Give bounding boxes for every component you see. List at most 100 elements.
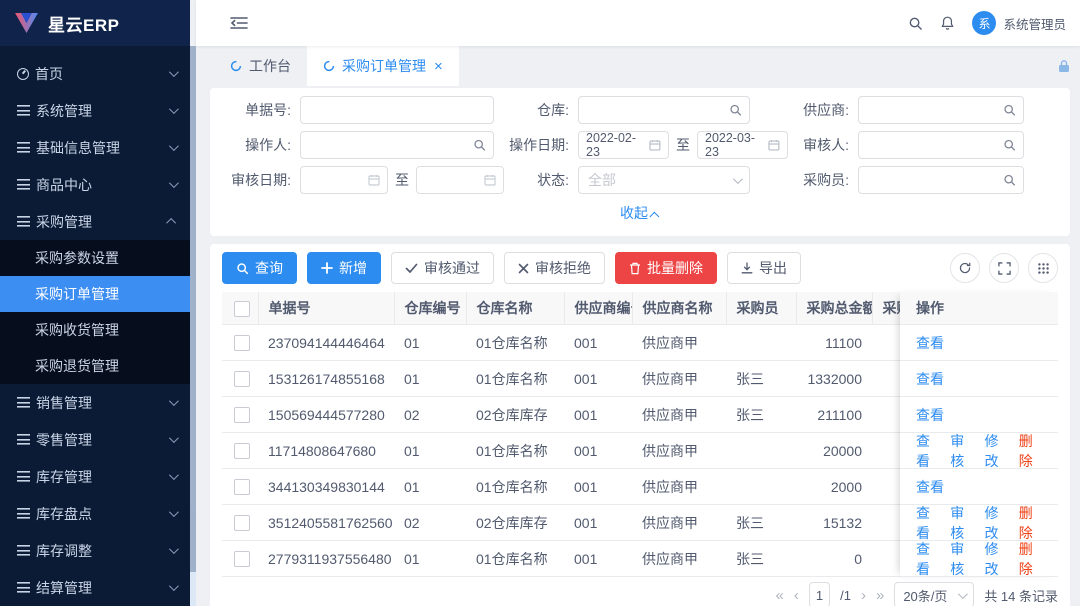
op-link[interactable]: 审核 — [950, 503, 973, 543]
op-link[interactable]: 查看 — [916, 405, 944, 425]
op-link[interactable]: 查看 — [916, 477, 944, 497]
op-link[interactable]: 删除 — [1019, 503, 1042, 543]
row-checkbox[interactable] — [234, 335, 250, 351]
row-checkbox[interactable] — [234, 371, 250, 387]
prev-page-icon[interactable]: ‹ — [794, 587, 799, 604]
cell-amount: 2000 — [796, 469, 872, 505]
op-link[interactable]: 删除 — [1019, 431, 1042, 471]
row-checkbox[interactable] — [234, 479, 250, 495]
row-checkbox[interactable] — [234, 551, 250, 567]
cell-warehouse-code: 02 — [394, 397, 466, 433]
sidebar-item[interactable]: 库存调整 — [0, 532, 190, 569]
sidebar-item[interactable]: 基础信息管理 — [0, 129, 190, 166]
sidebar-item-label: 结算管理 — [36, 578, 92, 598]
sidebar-item[interactable]: 商品中心 — [0, 166, 190, 203]
last-page-icon[interactable]: » — [876, 587, 884, 604]
auditor-label: 审核人: — [788, 135, 858, 155]
cell-doc-no: 344130349830144 — [258, 469, 394, 505]
row-checkbox[interactable] — [234, 407, 250, 423]
fullscreen-button[interactable] — [989, 253, 1019, 283]
sidebar-subitem[interactable]: 采购订单管理 — [0, 276, 190, 312]
user-menu[interactable]: 系 系统管理员 — [972, 11, 1066, 35]
op-link[interactable]: 删除 — [1019, 539, 1042, 579]
cell-doc-no: 11714808647680 — [258, 433, 394, 469]
cell-warehouse-code: 01 — [394, 469, 466, 505]
sidebar-subitem[interactable]: 采购退货管理 — [0, 348, 190, 384]
cell-supplier-name: 供应商甲 — [632, 433, 726, 469]
sidebar-item[interactable]: 库存盘点 — [0, 495, 190, 532]
sidebar-item[interactable]: 销售管理 — [0, 384, 190, 421]
auditor-input[interactable] — [858, 131, 1024, 159]
status-value: 全部 — [588, 170, 616, 190]
page-size-value: 20条/页 — [903, 586, 947, 605]
scrollbar-thumb[interactable] — [190, 572, 196, 606]
op-link[interactable]: 修改 — [985, 539, 1008, 579]
tab[interactable]: 采购订单管理 × — [307, 46, 459, 86]
op-link[interactable]: 修改 — [985, 431, 1008, 471]
brand-name: 星云ERP — [48, 11, 119, 36]
page-size-select[interactable]: 20条/页 — [894, 582, 974, 606]
op-link[interactable]: 查看 — [916, 369, 944, 389]
audit-date-to-input[interactable] — [416, 166, 504, 194]
column-settings-button[interactable] — [1028, 253, 1058, 283]
sidebar-item-icon — [17, 508, 30, 519]
op-date-to-input[interactable]: 2022-03-23 — [697, 131, 788, 159]
export-button[interactable]: 导出 — [727, 252, 801, 284]
batch-delete-button[interactable]: 批量删除 — [615, 252, 717, 284]
cell-amount: 11100 — [796, 325, 872, 361]
avatar[interactable]: 系 — [972, 11, 996, 35]
buyer-input[interactable] — [858, 166, 1024, 194]
add-button[interactable]: 新增 — [307, 252, 381, 284]
operator-input[interactable] — [300, 131, 494, 159]
chevron-icon — [169, 581, 179, 591]
refresh-button[interactable] — [950, 253, 980, 283]
op-link[interactable]: 查看 — [916, 333, 944, 353]
brand-logo: 星云ERP — [0, 0, 190, 46]
lock-icon[interactable] — [1057, 59, 1071, 76]
row-checkbox[interactable] — [234, 515, 250, 531]
audit-date-label: 审核日期: — [224, 170, 300, 190]
refresh-ring-icon[interactable] — [230, 60, 242, 72]
approve-button[interactable]: 审核通过 — [391, 252, 494, 284]
search-icon[interactable] — [908, 16, 923, 31]
op-link[interactable]: 查看 — [916, 539, 939, 579]
reject-button[interactable]: 审核拒绝 — [504, 252, 605, 284]
sidebar-subitem[interactable]: 采购收货管理 — [0, 312, 190, 348]
op-link[interactable]: 查看 — [916, 503, 939, 543]
doc-no-input[interactable] — [300, 96, 494, 124]
op-link[interactable]: 修改 — [985, 503, 1008, 543]
query-button[interactable]: 查询 — [222, 252, 297, 284]
refresh-ring-icon[interactable] — [323, 60, 335, 72]
op-link[interactable]: 审核 — [950, 539, 973, 579]
sidebar-scrollbar[interactable] — [190, 46, 196, 606]
user-name: 系统管理员 — [1003, 14, 1066, 33]
status-select[interactable]: 全部 — [578, 166, 750, 194]
sidebar-item[interactable]: 库存管理 — [0, 458, 190, 495]
notification-bell-icon[interactable] — [940, 15, 955, 31]
close-icon[interactable]: × — [434, 58, 443, 75]
row-checkbox[interactable] — [234, 443, 250, 459]
next-page-icon[interactable]: › — [861, 587, 866, 604]
sidebar-subitem[interactable]: 采购参数设置 — [0, 240, 190, 276]
select-all-checkbox[interactable] — [234, 301, 250, 317]
sidebar-item[interactable]: 系统管理 — [0, 92, 190, 129]
sidebar-item[interactable]: 首页 — [0, 55, 190, 92]
warehouse-input[interactable] — [578, 96, 750, 124]
range-joiner: 至 — [395, 170, 409, 190]
sidebar-item-icon — [17, 142, 30, 153]
collapse-filters-link[interactable]: 收起 — [224, 202, 1056, 228]
sidebar-collapse-button[interactable] — [230, 16, 248, 30]
audit-date-from-input[interactable] — [300, 166, 388, 194]
sidebar-item[interactable]: 采购管理 — [0, 203, 190, 240]
first-page-icon[interactable]: « — [776, 587, 784, 604]
calendar-icon — [368, 174, 380, 186]
sidebar-item[interactable]: 结算管理 — [0, 569, 190, 606]
current-page[interactable]: 1 — [809, 582, 830, 606]
sidebar-item[interactable]: 零售管理 — [0, 421, 190, 458]
tab[interactable]: 工作台 × — [214, 46, 307, 86]
op-date-from-input[interactable]: 2022-02-23 — [578, 131, 669, 159]
op-link[interactable]: 审核 — [950, 431, 973, 471]
sidebar-item-label: 库存调整 — [36, 541, 92, 561]
op-link[interactable]: 查看 — [916, 431, 939, 471]
supplier-input[interactable] — [858, 96, 1024, 124]
